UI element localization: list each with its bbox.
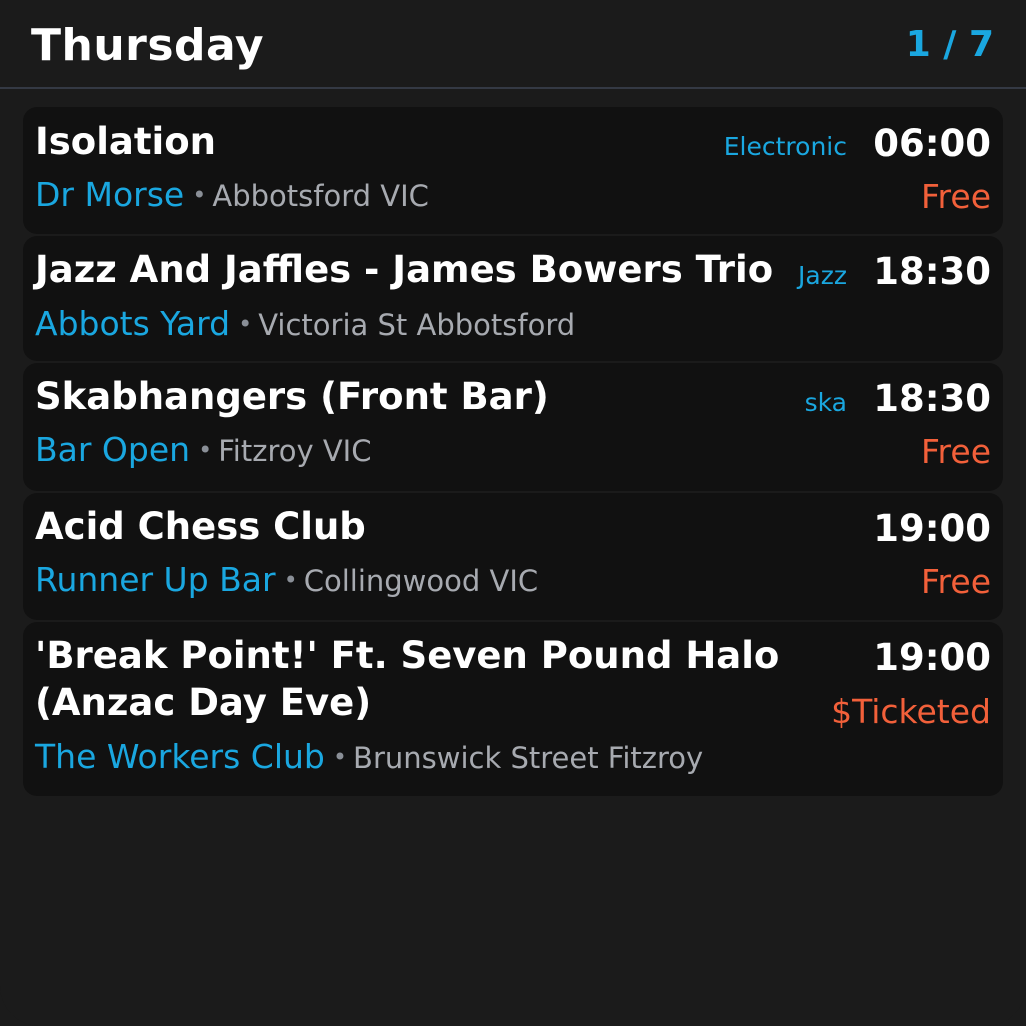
venue-name[interactable]: Abbots Yard xyxy=(35,304,230,343)
event-title: Skabhangers (Front Bar) xyxy=(35,375,549,418)
event-genre: Electronic xyxy=(723,132,847,161)
day-title: Thursday xyxy=(31,20,265,71)
separator-dot: • xyxy=(332,743,348,771)
venue-name[interactable]: Runner Up Bar xyxy=(35,560,276,599)
event-card[interactable]: Acid Chess Club 19:00 Runner Up Bar • Coll… xyxy=(23,493,1003,620)
venue-line: Abbots Yard • Victoria St Abbotsford xyxy=(35,304,575,350)
venue-line: Runner Up Bar • Collingwood VIC xyxy=(35,560,538,606)
event-time: 06:00 xyxy=(873,122,991,165)
venue-location: Collingwood VIC xyxy=(303,564,539,598)
venue-name[interactable]: Bar Open xyxy=(35,430,190,469)
venue-location: Abbotsford VIC xyxy=(212,179,429,213)
header: Thursday 1 / 7 xyxy=(0,0,1026,89)
event-time: 19:00 xyxy=(873,636,991,679)
separator-dot: • xyxy=(198,436,213,464)
event-card[interactable]: Skabhangers (Front Bar) ska 18:30 Bar Op… xyxy=(23,363,1003,491)
event-price: $Ticketed xyxy=(831,692,991,731)
event-genre: Jazz xyxy=(798,261,847,290)
event-price: Free xyxy=(920,177,991,216)
event-list-screen: Thursday 1 / 7 Isolation Electronic 06:0… xyxy=(0,0,1026,1026)
event-genre: ska xyxy=(804,388,847,417)
event-price: Free xyxy=(920,562,991,601)
venue-line: Dr Morse • Abbotsford VIC xyxy=(35,175,429,221)
page-counter: 1 / 7 xyxy=(905,24,994,65)
venue-name[interactable]: Dr Morse xyxy=(35,175,184,214)
separator-dot: • xyxy=(238,310,253,338)
event-card[interactable]: 'Break Point!' Ft. Seven Pound Halo (Anz… xyxy=(23,622,1003,796)
event-title: 'Break Point!' Ft. Seven Pound Halo (Anz… xyxy=(35,634,780,724)
venue-line: The Workers Club • Brunswick Street Fitzro… xyxy=(35,737,703,783)
separator-dot: • xyxy=(283,566,298,594)
event-price: Free xyxy=(920,432,991,471)
event-time: 19:00 xyxy=(873,507,991,550)
event-time: 18:30 xyxy=(873,250,991,293)
venue-location: Victoria St Abbotsford xyxy=(258,308,576,342)
venue-location: Brunswick Street Fitzroy xyxy=(353,741,704,775)
venue-location: Fitzroy VIC xyxy=(218,434,372,468)
event-time: 18:30 xyxy=(873,377,991,420)
venue-name[interactable]: The Workers Club xyxy=(35,737,325,776)
event-title: Isolation xyxy=(35,120,216,163)
event-card[interactable]: Isolation Electronic 06:00 Dr Morse • Abbo… xyxy=(23,107,1003,234)
venue-line: Bar Open • Fitzroy VIC xyxy=(35,430,372,476)
event-card[interactable]: Jazz And Jaffles - James Bowers Trio Jaz… xyxy=(23,236,1003,361)
separator-dot: • xyxy=(192,181,207,209)
event-title: Acid Chess Club xyxy=(35,505,366,548)
event-title: Jazz And Jaffles - James Bowers Trio xyxy=(35,248,774,291)
